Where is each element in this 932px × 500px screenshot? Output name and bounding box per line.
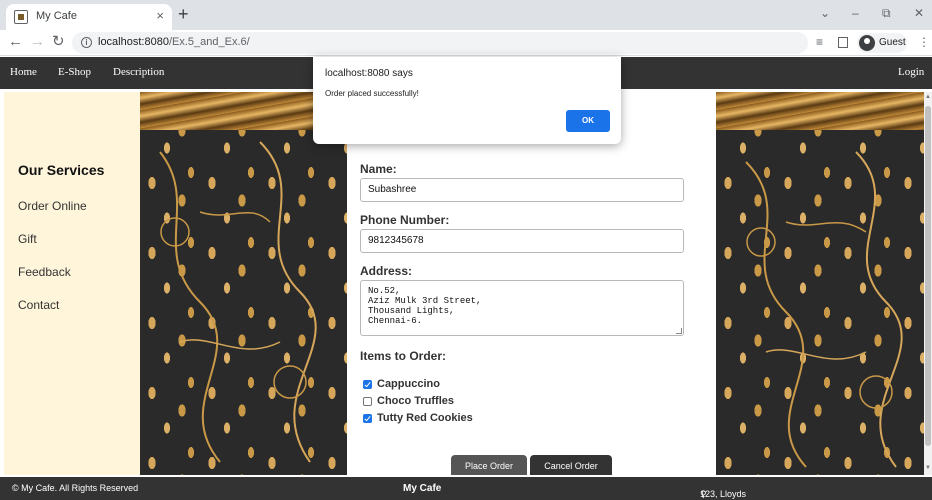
browser-toolbar: ← → ↻ i localhost:8080/Ex.5_and_Ex.6/ ≡ … bbox=[0, 30, 932, 56]
dialog-message: Order placed successfully! bbox=[325, 89, 419, 98]
vine-pattern-left bbox=[159, 141, 317, 463]
address-textarea[interactable]: No.52, Aziz Mulk 3rd Street, Thousand Li… bbox=[360, 280, 684, 336]
address-text: No.52, Aziz Mulk 3rd Street, Thousand Li… bbox=[368, 286, 482, 326]
avatar-icon bbox=[859, 35, 875, 51]
page-content: Our Services Order Online Gift Feedback … bbox=[4, 92, 924, 475]
profile-button[interactable]: Guest bbox=[857, 33, 907, 53]
vine-pattern-right bbox=[745, 151, 903, 468]
menu-icon[interactable]: ⋮ bbox=[918, 35, 930, 49]
close-window-icon[interactable]: ✕ bbox=[914, 6, 924, 20]
nav-description[interactable]: Description bbox=[113, 66, 164, 78]
nav-home[interactable]: Home bbox=[10, 66, 37, 78]
browser-tab-bar: My Cafe × + ⌄ – ⧉ ✕ bbox=[0, 0, 932, 30]
url-path: /Ex.5_and_Ex.6/ bbox=[168, 36, 250, 48]
checkbox-unchecked-icon[interactable] bbox=[363, 397, 372, 406]
forward-icon[interactable]: → bbox=[30, 34, 45, 50]
sidebar-item-contact[interactable]: Contact bbox=[18, 298, 59, 312]
url-host: localhost:8080 bbox=[98, 36, 169, 48]
footer-address-text: 123, Lloyds Road,Gopalapuram,Chennai -60… bbox=[700, 489, 815, 500]
phone-input[interactable]: 9812345678 bbox=[360, 229, 684, 253]
tab-title: My Cafe bbox=[36, 10, 77, 22]
reading-list-icon[interactable]: ≡ bbox=[816, 35, 823, 49]
name-label: Name: bbox=[360, 162, 397, 176]
item-label: Tutty Red Cookies bbox=[377, 412, 473, 424]
phone-label: Phone Number: bbox=[360, 213, 450, 227]
scroll-down-icon[interactable]: ▼ bbox=[925, 465, 931, 471]
profile-label: Guest bbox=[879, 37, 906, 48]
address-label: Address: bbox=[360, 264, 413, 278]
decorative-wallpaper-left bbox=[140, 92, 347, 475]
services-sidebar: Our Services Order Online Gift Feedback … bbox=[4, 92, 140, 475]
cancel-order-button[interactable]: Cancel Order bbox=[530, 455, 612, 475]
sidebar-title: Our Services bbox=[18, 162, 105, 178]
checkbox-checked-icon[interactable] bbox=[363, 414, 372, 423]
resize-handle-icon[interactable] bbox=[676, 328, 682, 334]
checkbox-checked-icon[interactable] bbox=[363, 380, 372, 389]
site-info-icon[interactable]: i bbox=[81, 37, 92, 48]
new-tab-icon[interactable]: + bbox=[178, 5, 189, 23]
dialog-ok-button[interactable]: OK bbox=[566, 110, 610, 132]
sidebar-item-gift[interactable]: Gift bbox=[18, 232, 37, 246]
items-label: Items to Order: bbox=[360, 349, 447, 363]
nav-eshop[interactable]: E-Shop bbox=[58, 66, 91, 78]
scroll-up-icon[interactable]: ▲ bbox=[925, 94, 931, 100]
close-tab-icon[interactable]: × bbox=[156, 8, 164, 23]
dialog-title: localhost:8080 says bbox=[325, 68, 413, 79]
side-panel-icon[interactable] bbox=[838, 37, 848, 48]
scroll-thumb[interactable] bbox=[925, 106, 931, 446]
footer-brand: My Cafe bbox=[403, 483, 442, 494]
nav-login[interactable]: Login bbox=[898, 66, 924, 78]
sidebar-item-feedback[interactable]: Feedback bbox=[18, 265, 71, 279]
footer-copyright: © My Cafe. All Rights Reserved bbox=[12, 483, 139, 493]
item-label: Choco Truffles bbox=[377, 395, 455, 407]
sidebar-item-order-online[interactable]: Order Online bbox=[18, 199, 87, 213]
restore-icon[interactable]: ⧉ bbox=[882, 6, 891, 21]
tab-search-icon[interactable]: ⌄ bbox=[820, 6, 830, 20]
item-label: Cappuccino bbox=[377, 378, 440, 390]
back-icon[interactable]: ← bbox=[8, 34, 23, 50]
page-scrollbar[interactable]: ▲ ▼ bbox=[924, 92, 932, 475]
site-footer: © My Cafe. All Rights Reserved My Cafe ⚲… bbox=[0, 477, 932, 500]
alert-dialog: localhost:8080 says Order placed success… bbox=[313, 57, 621, 144]
address-bar[interactable]: i localhost:8080/Ex.5_and_Ex.6/ bbox=[72, 32, 808, 54]
decorative-wallpaper-right bbox=[716, 92, 924, 475]
reload-icon[interactable]: ↻ bbox=[52, 34, 65, 50]
url-text: localhost:8080/Ex.5_and_Ex.6/ bbox=[98, 36, 250, 48]
browser-tab[interactable]: My Cafe × bbox=[6, 4, 172, 30]
minimize-icon[interactable]: – bbox=[852, 6, 859, 20]
name-input[interactable]: Subashree bbox=[360, 178, 684, 202]
favicon-icon bbox=[14, 10, 28, 24]
order-form: Name: Subashree Phone Number: 9812345678… bbox=[347, 92, 716, 475]
place-order-button[interactable]: Place Order bbox=[451, 455, 527, 475]
